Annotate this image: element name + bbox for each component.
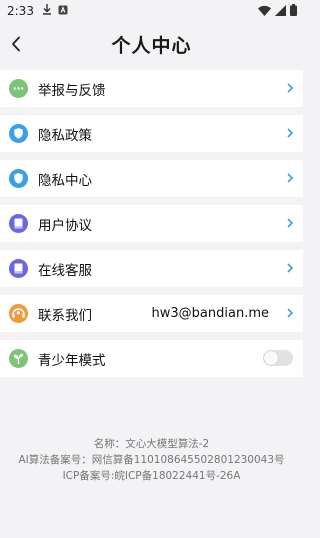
page-title: 个人中心 bbox=[111, 35, 192, 57]
chevron-right-icon bbox=[287, 128, 294, 138]
chevron-right-icon bbox=[287, 83, 294, 93]
footer-info: 名称：文心大模型算法-2 AI算法备案号：网信算备110108645502801… bbox=[0, 436, 303, 484]
chevron-right-icon bbox=[287, 173, 294, 183]
chevron-right-icon bbox=[287, 218, 294, 228]
menu-item-user-agreement[interactable]: 用户协议 bbox=[0, 205, 303, 242]
menu-item-privacy-policy[interactable]: 隐私政策 bbox=[0, 115, 303, 152]
contact-icon bbox=[9, 304, 28, 323]
book-icon bbox=[9, 259, 28, 278]
shield-icon bbox=[9, 124, 28, 143]
menu-item-label: 举报与反馈 bbox=[38, 82, 106, 99]
header: 个人中心 bbox=[0, 22, 303, 66]
status-bar: 2:33 bbox=[0, 0, 303, 22]
menu-item-contact-us[interactable]: 联系我们 hw3@bandian.me bbox=[0, 295, 303, 332]
battery-icon bbox=[290, 4, 297, 19]
menu-item-teen-mode: 青少年模式 bbox=[0, 340, 303, 377]
menu-item-label: 隐私中心 bbox=[38, 172, 92, 189]
chevron-right-icon bbox=[287, 308, 294, 318]
toggle-knob bbox=[264, 351, 278, 365]
signal-icon bbox=[275, 4, 286, 19]
status-time: 2:33 bbox=[7, 4, 34, 18]
menu-item-label: 青少年模式 bbox=[38, 352, 106, 369]
menu-item-label: 隐私政策 bbox=[38, 127, 92, 144]
menu-item-label: 联系我们 bbox=[38, 307, 92, 324]
shield-icon bbox=[9, 169, 28, 188]
sprout-icon bbox=[9, 349, 28, 368]
ai-filing-number: AI算法备案号：网信算备110108645502801230043号 bbox=[18, 454, 285, 466]
menu-item-label: 用户协议 bbox=[38, 217, 92, 234]
menu-item-label: 在线客服 bbox=[38, 262, 92, 279]
menu-list: 举报与反馈 隐私政策 隐私中心 用户协议 在线客服 联系我们 hw3@bandi… bbox=[0, 70, 303, 385]
menu-item-privacy-center[interactable]: 隐私中心 bbox=[0, 160, 303, 197]
app-notification-icon bbox=[58, 4, 68, 18]
book-icon bbox=[9, 214, 28, 233]
wifi-icon bbox=[258, 5, 271, 19]
contact-email: hw3@bandian.me bbox=[151, 306, 269, 321]
menu-item-online-support[interactable]: 在线客服 bbox=[0, 250, 303, 287]
chevron-right-icon bbox=[287, 263, 294, 273]
teen-mode-toggle[interactable] bbox=[263, 350, 293, 366]
menu-item-report-feedback[interactable]: 举报与反馈 bbox=[0, 70, 303, 107]
icp-filing-number: ICP备案号:皖ICP备18022441号-26A bbox=[62, 470, 241, 482]
download-icon bbox=[42, 4, 52, 18]
chat-bubble-icon bbox=[9, 79, 28, 98]
algorithm-name: 名称：文心大模型算法-2 bbox=[93, 438, 210, 450]
